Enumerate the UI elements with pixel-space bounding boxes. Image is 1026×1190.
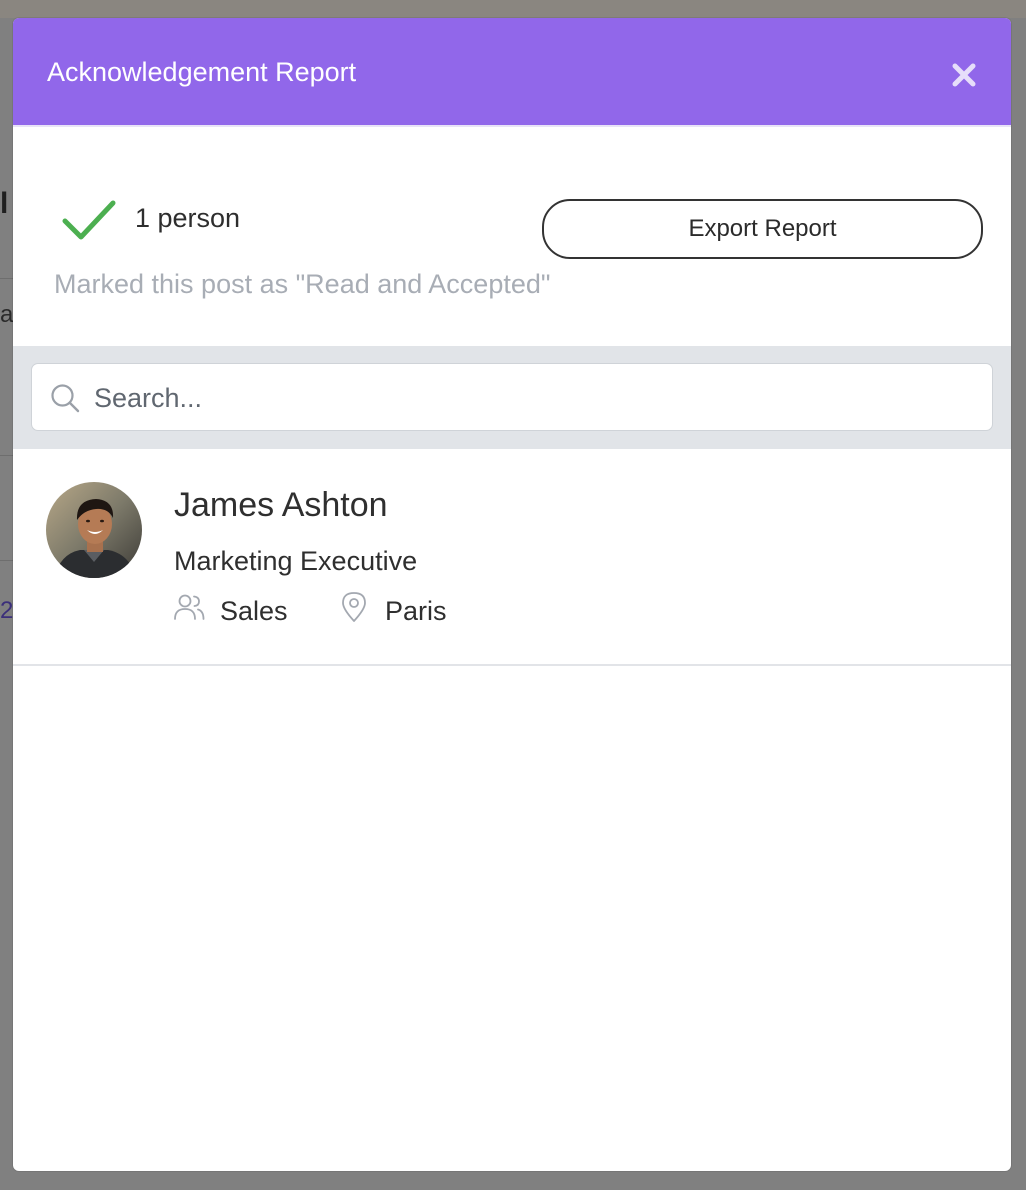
acknowledgement-summary: 1 person Export Report Marked this post … [13, 127, 1011, 346]
modal-title: Acknowledgement Report [47, 57, 357, 87]
search-box[interactable] [31, 363, 993, 431]
person-name: James Ashton [174, 486, 388, 524]
background-text-fragment: 2 [0, 597, 14, 624]
person-role: Marketing Executive [174, 546, 418, 576]
background-divider [0, 455, 14, 456]
acknowledgement-report-modal: Acknowledgement Report 1 person Export R… [13, 18, 1011, 1171]
close-button[interactable] [947, 58, 981, 92]
acknowledged-count: 1 person [135, 203, 241, 233]
background-divider [0, 560, 14, 561]
search-bar-container [13, 346, 1011, 449]
person-team: Sales [220, 596, 288, 626]
person-location: Paris [385, 596, 447, 626]
map-pin-icon [342, 592, 366, 622]
modal-header: Acknowledgement Report [13, 18, 1011, 127]
export-report-button[interactable]: Export Report [542, 199, 983, 259]
close-icon [952, 63, 976, 87]
checkmark-icon [62, 200, 116, 240]
status-description: Marked this post as "Read and Accepted" [54, 269, 551, 299]
search-input[interactable] [92, 374, 976, 422]
search-icon [51, 384, 80, 413]
background-text-fragment: l [0, 187, 9, 220]
list-item[interactable]: James Ashton Marketing Executive Sales P… [13, 449, 1011, 666]
background-divider [0, 278, 14, 279]
avatar [46, 482, 142, 578]
background-top-strip [0, 0, 1026, 18]
background-text-fragment: a [0, 301, 14, 328]
users-icon [174, 594, 205, 620]
